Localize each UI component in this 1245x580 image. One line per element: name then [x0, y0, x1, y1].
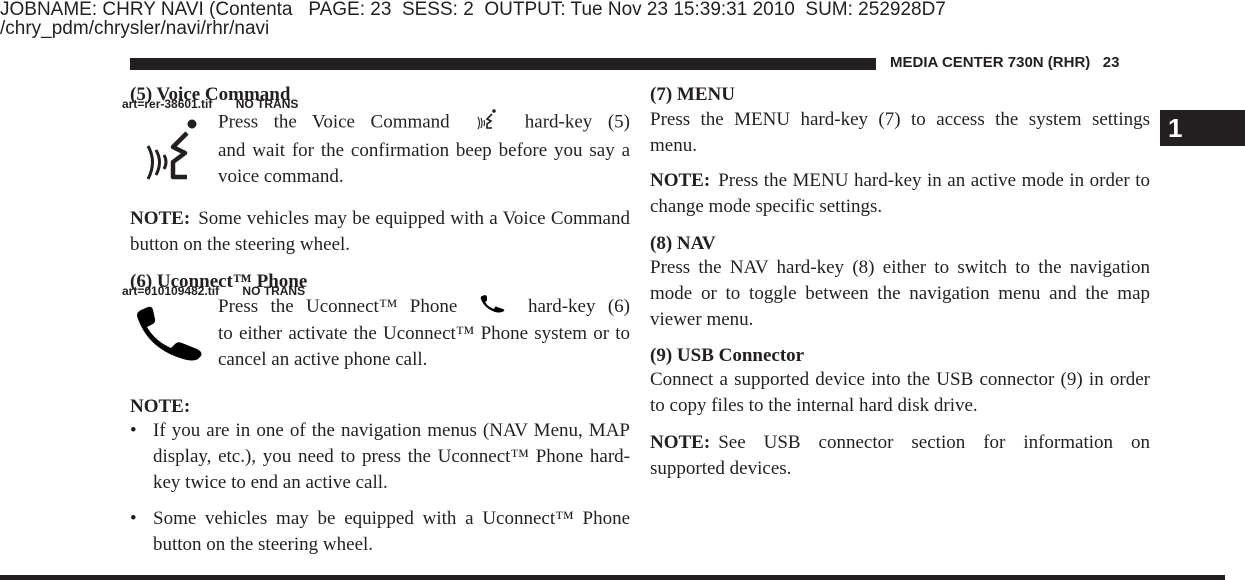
bullet-text: If you are in one of the navigation menu…: [153, 420, 630, 493]
menu-body: Press the MENU hard-key (7) to access th…: [650, 107, 1150, 159]
running-head: MEDIA CENTER 730N (RHR) 23: [890, 54, 1120, 71]
print-slug-jobname: JOBNAME: CHRY NAVI (Contenta PAGE: 23 SE…: [0, 0, 946, 20]
voice-command-body: Press the Voice Command hard-key (5) and…: [218, 108, 630, 190]
print-slug-path: /chry_pdm/chrysler/navi/rhr/navi: [0, 18, 270, 39]
usb-note: NOTE: See USB connector section for infor…: [650, 430, 1150, 482]
note-bullet-item: • If you are in one of the navigation me…: [130, 418, 630, 496]
usb-body-text: Connect a supported device into the USB …: [650, 369, 1150, 416]
usb-body: Connect a supported device into the USB …: [650, 367, 1150, 419]
bullet-dot: •: [130, 508, 137, 529]
nav-heading: (8) NAV: [650, 233, 716, 254]
note-label: NOTE:: [130, 396, 191, 417]
note-text: See USB connector section for informatio…: [650, 432, 1150, 479]
voice-command-icon: [135, 115, 205, 185]
voice-note: NOTE: Some vehicles may be equipped with …: [130, 206, 630, 258]
note-label: NOTE:: [130, 208, 191, 229]
phone-inline-icon: [480, 294, 506, 321]
header-rule: [130, 58, 876, 70]
voice-body-rest: and wait for the confirmation beep befor…: [218, 140, 630, 187]
phone-body-start: Press the Uconnect™ Phone: [218, 296, 458, 317]
note-text: Some vehicles may be equipped with a Voi…: [130, 208, 630, 255]
bullet-text: Some vehicles may be equipped with a Uco…: [153, 508, 630, 555]
nav-body: Press the NAV hard-key (8) either to swi…: [650, 255, 1150, 333]
note-label: NOTE:: [650, 170, 711, 191]
phone-handset-icon: [135, 305, 207, 361]
phone-body-rest: to either activate the Uconnect™ Phone s…: [218, 322, 630, 370]
nav-body-text: Press the NAV hard-key (8) either to swi…: [650, 257, 1150, 330]
note-label: NOTE:: [650, 432, 711, 453]
phone-note-label: NOTE:: [130, 394, 630, 420]
section-tab: 1: [1160, 110, 1245, 146]
uconnect-phone-body: Press the Uconnect™ Phone hard-key (6) t…: [218, 294, 630, 373]
phone-body-hardkey: hard-key (6): [527, 296, 630, 317]
menu-body-text: Press the MENU hard-key (7) to access th…: [650, 109, 1150, 156]
menu-heading: (7) MENU: [650, 84, 735, 105]
voice-body-hardkey: hard-key (5): [524, 111, 630, 133]
voice-body-start: Press the Voice Command: [218, 111, 450, 133]
footer-rule: [0, 575, 1225, 580]
bullet-dot: •: [130, 420, 137, 441]
note-text: Press the MENU hard-key in an active mod…: [650, 170, 1150, 217]
note-bullet-item: • Some vehicles may be equipped with a U…: [130, 506, 630, 558]
voice-command-inline-icon: [475, 108, 499, 138]
usb-connector-heading: (9) USB Connector: [650, 345, 805, 366]
menu-note: NOTE: Press the MENU hard-key in an activ…: [650, 168, 1150, 220]
